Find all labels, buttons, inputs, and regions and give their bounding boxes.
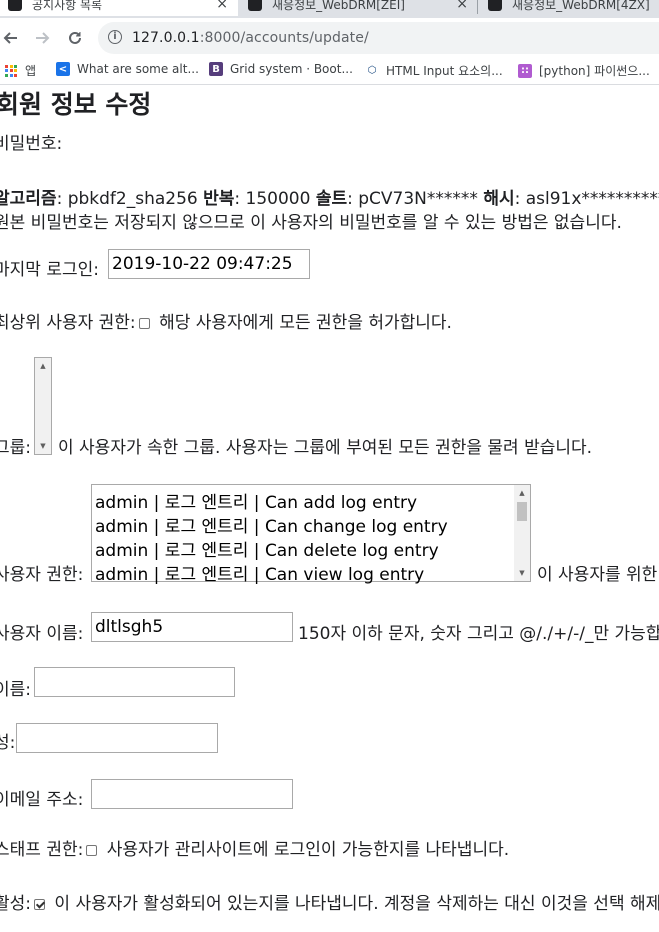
active-checkbox[interactable]: [34, 899, 46, 910]
username-input[interactable]: [91, 612, 293, 642]
superuser-checkbox[interactable]: [138, 318, 150, 329]
permission-option[interactable]: admin | 로그 엔트리 | Can view log entry: [95, 560, 424, 585]
arrow-left-icon: [3, 32, 17, 44]
username-label: 사용자 이름:: [0, 624, 84, 644]
tab-webdrm-zei[interactable]: 새응정보_WebDRM[ZEI] ×: [238, 0, 478, 16]
bookmark-html-input[interactable]: ⬡ HTML Input 요소의...: [365, 62, 503, 79]
page-content: 회원 정보 수정 비밀번호: 알고리즘: pbkdf2_sha256 반복: 1…: [0, 85, 659, 932]
bookmark-python[interactable]: :: [python] 파이썬으...: [518, 62, 650, 79]
tab-title: 새응정보_WebDRM[ZEI]: [272, 0, 405, 12]
link-icon: <: [56, 62, 70, 76]
bookmarks-bar: 앱 < What are some alt... B Grid system ·…: [0, 58, 659, 85]
address-url: 127.0.0.1:8000/accounts/update/: [132, 30, 369, 46]
first-name-label: 이름:: [0, 680, 32, 700]
tab-strip: 공지사항 목록 × 새응정보_WebDRM[ZEI] × 새응정보_WebDRM…: [0, 0, 659, 18]
groups-scrollbar[interactable]: ▲ ▼: [35, 358, 51, 454]
bookmark-apps[interactable]: 앱: [5, 62, 36, 79]
back-button[interactable]: [0, 26, 22, 50]
forward-button[interactable]: [31, 26, 55, 50]
permission-option[interactable]: admin | 로그 엔트리 | Can add log entry: [95, 488, 417, 513]
bootstrap-icon: B: [209, 62, 223, 76]
username-help-text: 150자 이하 문자, 숫자 그리고 @/./+/-/_만 가능합니다.: [298, 624, 659, 644]
pixel-face-icon: ::: [518, 63, 532, 78]
last-login-label: 마지막 로그인:: [0, 260, 99, 280]
tab-title: 새응정보_WebDRM[4ZX]: [512, 0, 650, 12]
reload-icon: [69, 31, 81, 44]
groups-label: 그룹:: [0, 438, 32, 458]
close-icon[interactable]: ×: [216, 0, 228, 12]
email-label: 이메일 주소:: [0, 790, 84, 810]
staff-label: 스태프 권한:: [0, 840, 84, 860]
first-name-input[interactable]: [34, 667, 235, 697]
scroll-up-icon[interactable]: ▲: [514, 485, 530, 501]
tab-notice-list[interactable]: 공지사항 목록 ×: [0, 0, 238, 16]
tab-webdrm-4zx[interactable]: 새응정보_WebDRM[4ZX]: [478, 0, 659, 16]
email-input[interactable]: [91, 779, 293, 809]
scroll-down-icon[interactable]: ▼: [514, 565, 530, 581]
superuser-help-text: 해당 사용자에게 모든 권한을 허가합니다.: [159, 313, 452, 333]
staff-checkbox[interactable]: [86, 845, 98, 856]
groups-select[interactable]: ▲ ▼: [34, 357, 52, 455]
password-label: 비밀번호:: [0, 134, 63, 154]
last-name-label: 성:: [0, 733, 16, 753]
staff-help-text: 사용자가 관리사이트에 로그인이 가능한지를 나타냅니다.: [106, 840, 510, 860]
permission-option[interactable]: admin | 로그 엔트리 | Can change log entry: [95, 512, 448, 537]
hexagon-icon: ⬡: [365, 63, 379, 78]
reload-button[interactable]: [63, 26, 87, 50]
page-title: 회원 정보 수정: [0, 90, 152, 119]
scroll-down-icon[interactable]: ▼: [35, 438, 51, 454]
user-permissions-select[interactable]: admin | 로그 엔트리 | Can add log entry admin…: [91, 484, 531, 585]
superuser-row: 최상위 사용자 권한: 해당 사용자에게 모든 권한을 허가합니다.: [0, 308, 452, 333]
user-permissions-help-text: 이 사용자를 위한 특정 권한.: [537, 565, 659, 585]
tab-title: 공지사항 목록: [32, 0, 103, 12]
bookmark-what-are-some-alt[interactable]: < What are some alt...: [56, 62, 199, 76]
staff-row: 스태프 권한: 사용자가 관리사이트에 로그인이 가능한지를 나타냅니다.: [0, 835, 509, 860]
permissions-scrollbar[interactable]: ▲ ▼: [514, 485, 530, 581]
active-help-text: 이 사용자가 활성화되어 있는지를 나타냅니다. 계정을 삭제하는 대신 이것을…: [54, 894, 659, 914]
scrollbar-thumb[interactable]: [517, 502, 527, 521]
scroll-up-icon[interactable]: ▲: [35, 358, 51, 374]
browser-toolbar: i 127.0.0.1:8000/accounts/update/: [0, 18, 659, 58]
active-row: 활성: 이 사용자가 활성화되어 있는지를 나타냅니다. 계정을 삭제하는 대신…: [0, 889, 659, 914]
password-help-text: 원본 비밀번호는 저장되지 않으므로 이 사용자의 비밀번호를 알 수 있는 방…: [0, 213, 622, 233]
favicon-icon: [8, 0, 22, 11]
favicon-icon: [488, 0, 502, 11]
arrow-right-icon: [36, 32, 50, 44]
tab-separator: [477, 0, 478, 14]
user-permissions-label: 사용자 권한:: [0, 565, 84, 585]
favicon-icon: [248, 0, 262, 11]
groups-help-text: 이 사용자가 속한 그룹. 사용자는 그룹에 부여된 모든 권한을 물려 받습니…: [58, 438, 593, 458]
apps-grid-icon: [5, 64, 17, 77]
last-login-input[interactable]: [108, 249, 310, 279]
password-hash-summary: 알고리즘: pbkdf2_sha256 반복: 150000 솔트: pCV73…: [0, 189, 659, 209]
address-bar[interactable]: i 127.0.0.1:8000/accounts/update/: [98, 22, 659, 54]
permission-option[interactable]: admin | 로그 엔트리 | Can delete log entry: [95, 536, 439, 561]
bookmark-grid-system[interactable]: B Grid system · Boot...: [209, 62, 353, 76]
info-icon[interactable]: i: [108, 30, 122, 44]
active-label: 활성:: [0, 894, 32, 914]
superuser-label: 최상위 사용자 권한:: [0, 313, 136, 333]
close-icon[interactable]: ×: [456, 0, 468, 12]
last-name-input[interactable]: [16, 723, 218, 753]
